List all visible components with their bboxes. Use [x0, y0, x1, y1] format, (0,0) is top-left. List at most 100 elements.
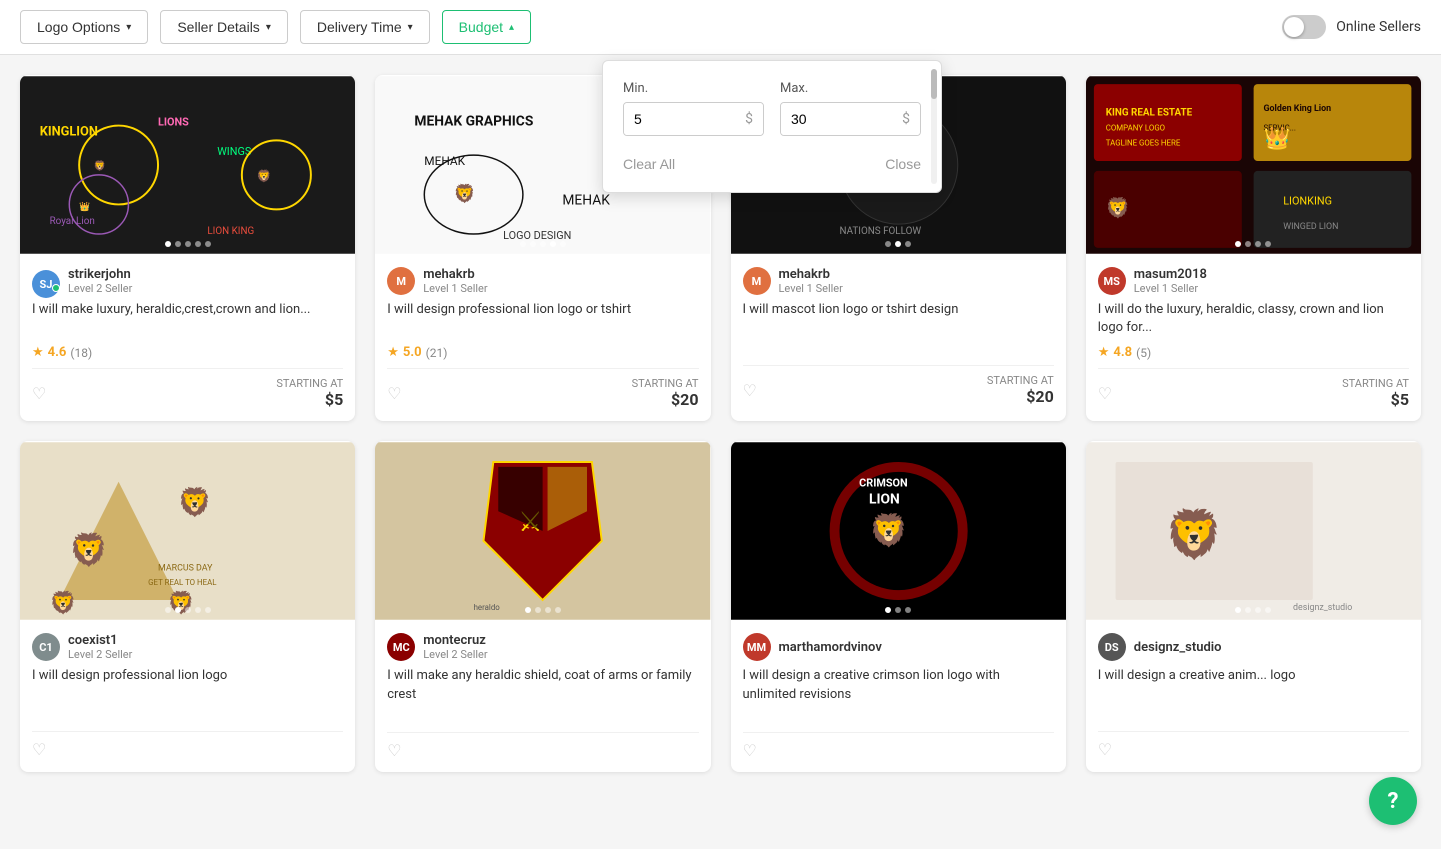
- dot-indicator: [195, 607, 201, 613]
- seller-details-chevron: ▾: [266, 22, 271, 33]
- favorite-icon[interactable]: ♡: [387, 384, 401, 403]
- budget-chevron: ▴: [509, 22, 514, 33]
- dot-indicators: [1235, 241, 1271, 247]
- svg-text:NATIONS FOLLOW: NATIONS FOLLOW: [839, 226, 921, 237]
- dot-indicator: [195, 241, 201, 247]
- dot-indicators: [1235, 607, 1271, 613]
- price-value: $20: [987, 387, 1054, 406]
- dot-indicator: [895, 607, 901, 613]
- seller-info: DS designz_studio: [1098, 633, 1409, 661]
- gig-title: I will design professional lion logo: [32, 667, 343, 703]
- favorite-icon[interactable]: ♡: [32, 740, 46, 759]
- gig-footer: ♡ STARTING AT $20: [743, 365, 1054, 406]
- dot-indicators: [885, 241, 911, 247]
- clear-all-button[interactable]: Clear All: [623, 156, 675, 172]
- starting-at-label: STARTING AT: [632, 377, 699, 390]
- svg-text:MEHAK: MEHAK: [563, 192, 611, 208]
- seller-name-wrap: mehakrb Level 1 Seller: [779, 267, 843, 295]
- price-wrap: STARTING AT $5: [1342, 377, 1409, 409]
- max-input[interactable]: [781, 103, 892, 135]
- seller-level: Level 2 Seller: [68, 648, 132, 661]
- gig-image[interactable]: KING REAL ESTATE COMPANY LOGO TAGLINE GO…: [1086, 75, 1421, 255]
- dot-indicator: [1235, 241, 1241, 247]
- logo-options-filter[interactable]: Logo Options ▾: [20, 10, 148, 44]
- seller-name: coexist1: [68, 633, 132, 648]
- svg-text:LIONS: LIONS: [158, 116, 189, 129]
- gig-body: C1 coexist1 Level 2 Seller I will design…: [20, 621, 355, 771]
- gig-rating: ★ 4.8 (5): [1098, 345, 1409, 360]
- gig-card: ⚔ heraldo MC montecruz Level 2 Seller: [375, 441, 710, 771]
- favorite-icon[interactable]: ♡: [743, 741, 757, 760]
- seller-name-wrap: designz_studio: [1134, 640, 1222, 655]
- gig-image[interactable]: 🦁 designz_studio: [1086, 441, 1421, 621]
- svg-text:🦁: 🦁: [257, 169, 272, 183]
- gig-body: M mehakrb Level 1 Seller I will mascot l…: [731, 255, 1066, 418]
- seller-details-filter[interactable]: Seller Details ▾: [160, 10, 288, 44]
- gig-title: I will design a creative crimson lion lo…: [743, 667, 1054, 703]
- budget-dropdown: Min. $ Max. $ Clear All Close: [602, 60, 942, 193]
- max-field: Max. $: [780, 81, 921, 136]
- favorite-icon[interactable]: ♡: [743, 381, 757, 400]
- dot-indicators: [520, 241, 566, 247]
- svg-text:MEHAK GRAPHICS: MEHAK GRAPHICS: [415, 114, 534, 130]
- price-value: $20: [632, 390, 699, 409]
- svg-text:COMPANY LOGO: COMPANY LOGO: [1105, 123, 1164, 132]
- scrollbar-track[interactable]: [931, 69, 937, 184]
- seller-info: C1 coexist1 Level 2 Seller: [32, 633, 343, 661]
- gig-image-bg: KINGLION 🦁 LIONS WINGS Royal Lion LION K…: [20, 75, 355, 255]
- gig-footer: ♡: [32, 731, 343, 759]
- max-currency: $: [892, 103, 920, 135]
- dot-indicator: [1245, 241, 1251, 247]
- favorite-icon[interactable]: ♡: [1098, 740, 1112, 759]
- delivery-time-label: Delivery Time: [317, 19, 402, 35]
- gig-rating: ★ 5.0 (21): [387, 345, 698, 360]
- dot-indicator: [895, 241, 901, 247]
- gig-card: KINGLION 🦁 LIONS WINGS Royal Lion LION K…: [20, 75, 355, 421]
- dot-indicator: [1255, 241, 1261, 247]
- delivery-time-filter[interactable]: Delivery Time ▾: [300, 10, 430, 44]
- gig-footer: ♡ STARTING AT $5: [32, 368, 343, 409]
- gig-image[interactable]: KINGLION 🦁 LIONS WINGS Royal Lion LION K…: [20, 75, 355, 255]
- svg-text:🦁: 🦁: [1105, 196, 1130, 219]
- scrollbar-thumb[interactable]: [931, 69, 937, 99]
- min-input[interactable]: [624, 103, 735, 135]
- dot-indicator: [885, 607, 891, 613]
- logo-options-chevron: ▾: [126, 22, 131, 33]
- dot-indicator: [1265, 607, 1271, 613]
- gig-title: I will design a creative anim... logo: [1098, 667, 1409, 703]
- seller-name-wrap: marthamordvinov: [779, 640, 882, 655]
- rating-count: (21): [426, 346, 448, 360]
- gig-card: 🦁 🦁 MARCUS DAY GET REAL TO HEAL 🦁 🦁 C1 c…: [20, 441, 355, 771]
- seller-info: MS masum2018 Level 1 Seller: [1098, 267, 1409, 295]
- budget-filter[interactable]: Budget ▴: [442, 10, 531, 44]
- favorite-icon[interactable]: ♡: [32, 384, 46, 403]
- dot-indicators: [885, 607, 911, 613]
- dot-indicator: [185, 241, 191, 247]
- budget-label: Budget: [459, 19, 503, 35]
- favorite-icon[interactable]: ♡: [387, 741, 401, 760]
- gig-body: SJ strikerjohn Level 2 Seller I will mak…: [20, 255, 355, 421]
- gig-image[interactable]: 🦁 🦁 MARCUS DAY GET REAL TO HEAL 🦁 🦁: [20, 441, 355, 621]
- gig-image[interactable]: ⚔ heraldo: [375, 441, 710, 621]
- help-button[interactable]: ?: [1369, 777, 1417, 825]
- svg-text:WINGED LION: WINGED LION: [1283, 222, 1338, 232]
- seller-name: montecruz: [423, 633, 487, 648]
- close-button[interactable]: Close: [885, 156, 921, 172]
- gig-image[interactable]: 🦁 CRIMSON LION: [731, 441, 1066, 621]
- dot-indicator: [545, 607, 551, 613]
- svg-text:🦁: 🦁: [869, 512, 908, 549]
- favorite-icon[interactable]: ♡: [1098, 384, 1112, 403]
- seller-name: mehakrb: [779, 267, 843, 282]
- online-sellers-toggle[interactable]: [1282, 15, 1326, 39]
- max-input-wrap: $: [780, 102, 921, 136]
- dot-indicator: [560, 241, 566, 247]
- dot-indicator: [185, 607, 191, 613]
- svg-text:LION KING: LION KING: [207, 226, 254, 237]
- seller-avatar: MM: [743, 633, 771, 661]
- dot-indicators: [525, 607, 561, 613]
- seller-name: mehakrb: [423, 267, 487, 282]
- seller-avatar: M: [387, 267, 415, 295]
- dot-indicator: [905, 241, 911, 247]
- min-input-wrap: $: [623, 102, 764, 136]
- svg-text:TAGLINE GOES HERE: TAGLINE GOES HERE: [1105, 138, 1180, 147]
